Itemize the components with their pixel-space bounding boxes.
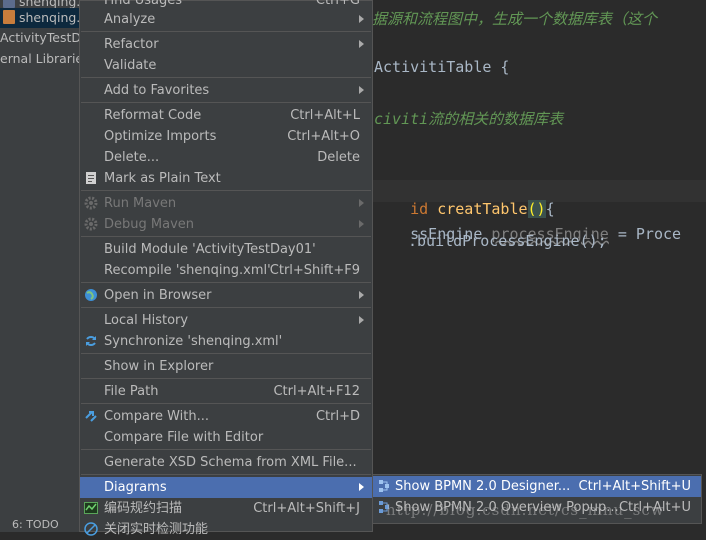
project-panel: shenqing.p shenqing.x ActivityTestDa ern… [0, 0, 82, 532]
sync-icon [86, 336, 96, 346]
menu-recompile[interactable]: Recompile 'shenqing.xml' Ctrl+Shift+F9 [80, 260, 372, 281]
menu-local-history[interactable]: Local History [80, 310, 372, 331]
tree-item-module[interactable]: ActivityTestDa [0, 28, 82, 48]
menu-validate[interactable]: Validate [80, 55, 372, 76]
submenu-arrow-icon [359, 291, 364, 299]
menu-compare-file-with-editor[interactable]: Compare File with Editor [80, 427, 372, 448]
gear-icon [84, 196, 98, 210]
menu-debug-maven[interactable]: Debug Maven [80, 214, 372, 235]
menu-reformat-code[interactable]: Reformat Code Ctrl+Alt+L [80, 105, 372, 126]
menu-separator [81, 474, 371, 475]
todo-tab[interactable]: 6: TODO [0, 518, 80, 532]
tree-item-external-libraries[interactable]: ernal Libraries [0, 49, 82, 69]
menu-delete[interactable]: Delete... Delete [80, 147, 372, 168]
gear-icon [84, 217, 98, 231]
xml-file-icon [3, 10, 15, 24]
submenu-arrow-icon [359, 86, 364, 94]
menu-separator [81, 77, 371, 78]
submenu-arrow-icon [359, 40, 364, 48]
menu-separator [81, 102, 371, 103]
menu-file-path[interactable]: File Path Ctrl+Alt+F12 [80, 381, 372, 402]
menu-run-maven[interactable]: Run Maven [80, 193, 372, 214]
menu-separator [81, 449, 371, 450]
menu-separator [81, 307, 371, 308]
submenu-arrow-icon [359, 199, 364, 207]
menu-analyze[interactable]: Analyze [80, 9, 372, 30]
menu-code-scan[interactable]: 编码规约扫描 Ctrl+Alt+Shift+J [80, 498, 372, 519]
scan-icon [84, 502, 98, 514]
diagram-icon [379, 480, 389, 492]
globe-icon [85, 289, 97, 301]
submenu-arrow-icon [359, 15, 364, 23]
submenu-arrow-icon [359, 316, 364, 324]
menu-separator [81, 31, 371, 32]
plain-text-icon [86, 172, 96, 184]
watermark: http://blog.csdn.net/cs_mnu_scw [386, 501, 665, 519]
code-build-line: .buildProcessEngine(); [408, 232, 607, 250]
menu-optimize-imports[interactable]: Optimize Imports Ctrl+Alt+O [80, 126, 372, 147]
menu-separator [81, 236, 371, 237]
submenu-show-bpmn-designer[interactable]: Show BPMN 2.0 Designer... Ctrl+Alt+Shift+… [373, 476, 701, 497]
menu-disable-realtime-detection[interactable]: 关闭实时检测功能 [80, 519, 372, 540]
menu-build-module[interactable]: Build Module 'ActivityTestDay01' [80, 239, 372, 260]
compare-icon [85, 411, 97, 422]
menu-generate-xsd[interactable]: Generate XSD Schema from XML File... [80, 452, 372, 473]
menu-synchronize[interactable]: Synchronize 'shenqing.xml' [80, 331, 372, 352]
menu-separator [81, 190, 371, 191]
context-menu: Find Usages Ctrl+G Analyze Refactor Valid… [79, 0, 373, 537]
disable-icon [84, 522, 98, 536]
submenu-arrow-icon [359, 220, 364, 228]
menu-diagrams[interactable]: Diagrams [80, 477, 372, 498]
menu-separator [81, 378, 371, 379]
submenu-arrow-icon [359, 483, 364, 491]
tree-item-shenqing-xml[interactable]: shenqing.x [0, 8, 82, 28]
menu-show-in-explorer[interactable]: Show in Explorer [80, 356, 372, 377]
menu-separator [81, 403, 371, 404]
menu-refactor[interactable]: Refactor [80, 34, 372, 55]
menu-compare-with[interactable]: Compare With... Ctrl+D [80, 406, 372, 427]
menu-separator [81, 353, 371, 354]
code-comment: 据源和流程图中，生成一个数据库表（这个 [372, 10, 658, 28]
file-icon [3, 0, 15, 8]
code-class-declaration: ActivitiTable { [374, 58, 510, 76]
code-comment: civiti流的相关的数据库表 [374, 110, 564, 128]
menu-mark-as-plain-text[interactable]: Mark as Plain Text [80, 168, 372, 189]
menu-add-to-favorites[interactable]: Add to Favorites [80, 80, 372, 101]
menu-separator [81, 282, 371, 283]
menu-open-in-browser[interactable]: Open in Browser [80, 285, 372, 306]
